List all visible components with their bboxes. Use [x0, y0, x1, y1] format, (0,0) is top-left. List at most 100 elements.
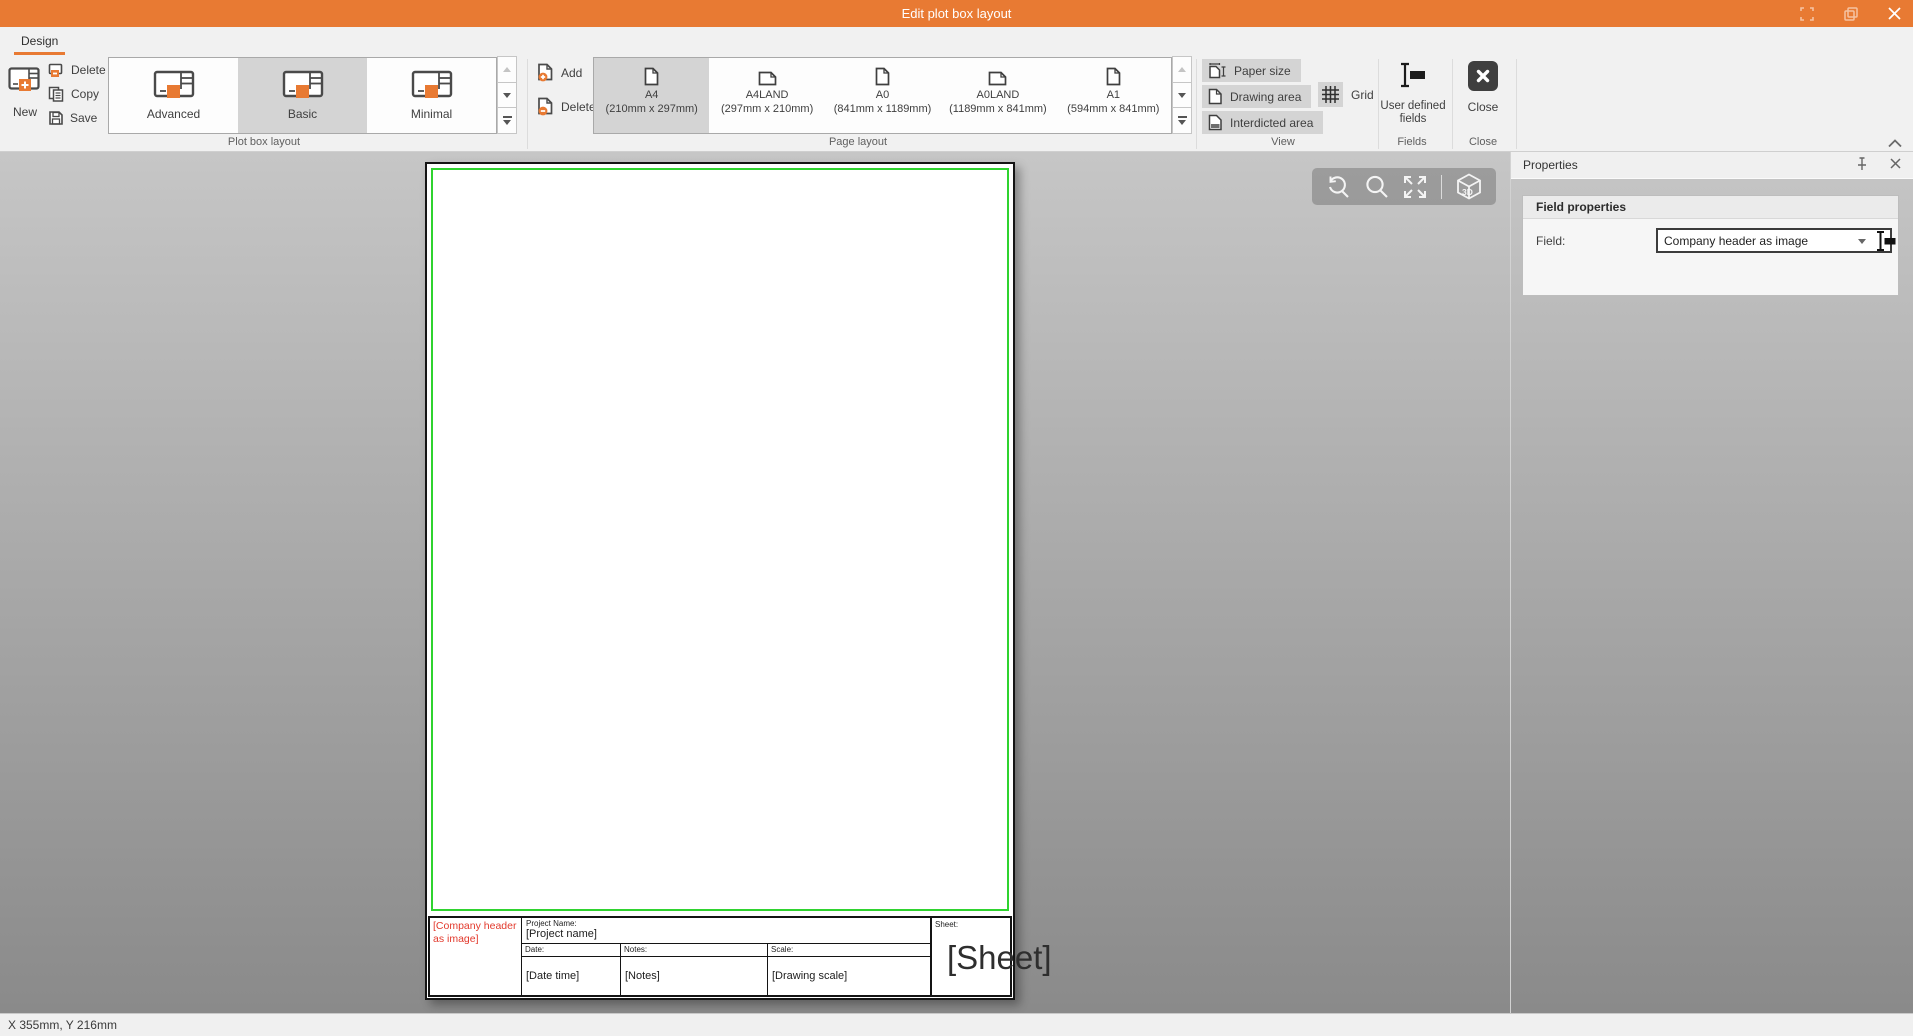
group-label-view: View: [1271, 136, 1295, 148]
close-icon: [1468, 61, 1498, 91]
gallery-scroll-up-button[interactable]: [1172, 56, 1192, 83]
arrow-up-icon: [503, 67, 511, 72]
scale-cell[interactable]: Scale: [Drawing scale]: [768, 944, 930, 995]
delete-page-icon: [537, 97, 555, 116]
copy-plotbox-button[interactable]: Copy: [48, 84, 106, 104]
toggle-drawing-area[interactable]: Drawing area: [1202, 85, 1311, 108]
save-plotbox-button[interactable]: Save: [48, 108, 106, 128]
paper-item-a4land[interactable]: A4LAND (297mm x 210mm): [709, 58, 824, 133]
gallery-scroll-up-button[interactable]: [497, 56, 517, 83]
paper-item-a0[interactable]: A0 (841mm x 1189mm): [825, 58, 940, 133]
toggle-paper-size[interactable]: Paper size: [1202, 59, 1301, 82]
drawing-area-icon: [1208, 88, 1223, 105]
zoom-extents-icon: [1401, 174, 1429, 200]
project-name-value: [Project name]: [526, 928, 926, 940]
cursor-coordinates: X 355mm, Y 216mm: [8, 1018, 117, 1032]
title-block[interactable]: [Company header as image] Project Name: …: [428, 916, 1012, 997]
ribbon-tab-row: Design: [0, 27, 1913, 55]
dropdown-arrow-icon[interactable]: [1858, 239, 1866, 244]
zoom-previous-button[interactable]: [1324, 173, 1351, 200]
gallery-more-button[interactable]: [1172, 107, 1192, 134]
zoom-extents-button[interactable]: [1401, 174, 1429, 200]
toggle-grid[interactable]: Grid: [1318, 82, 1374, 107]
gallery-item-label: Minimal: [411, 107, 452, 121]
notes-cell[interactable]: Notes: [Notes]: [621, 944, 768, 995]
copy-plotbox-icon: [48, 86, 65, 102]
sheet-cell[interactable]: Sheet: [Sheet]: [930, 918, 1010, 995]
paper-name: A0LAND: [977, 88, 1020, 102]
notes-label: Notes:: [621, 944, 767, 957]
edit-plot-box-layout-dialog: Edit plot box layout Design: [0, 0, 1913, 1036]
gallery-scroll-down-button[interactable]: [497, 82, 517, 109]
canvas-zoom-toolbar: 3D: [1312, 168, 1496, 205]
zoom-icon: [1363, 173, 1390, 200]
new-plotbox-icon: [8, 67, 42, 95]
user-defined-fields-label: User defined fields: [1380, 100, 1446, 126]
close-dialog-button[interactable]: Close: [1456, 61, 1510, 114]
date-label: Date:: [522, 944, 620, 957]
restore-icon[interactable]: [1844, 7, 1858, 21]
toggle-interdicted-area[interactable]: Interdicted area: [1202, 111, 1323, 134]
zoom-button[interactable]: [1363, 173, 1390, 200]
date-cell[interactable]: Date: [Date time]: [522, 944, 621, 995]
group-label-fields: Fields: [1397, 136, 1426, 148]
status-bar: X 355mm, Y 216mm: [0, 1013, 1913, 1036]
tab-design[interactable]: Design: [14, 31, 65, 55]
page-portrait-icon: [1106, 67, 1121, 86]
project-name-cell[interactable]: Project Name: [Project name]: [522, 918, 930, 944]
paper-sheet[interactable]: [Company header as image] Project Name: …: [425, 162, 1015, 1000]
company-header-field[interactable]: [Company header as image]: [430, 918, 522, 995]
new-button-label: New: [4, 105, 46, 119]
title-block-middle: Project Name: [Project name] Date: [Date…: [522, 918, 930, 995]
group-separator: [1452, 59, 1453, 149]
notes-value: [Notes]: [621, 957, 767, 995]
gallery-scroll-down-button[interactable]: [1172, 82, 1192, 109]
sheet-label: Sheet:: [935, 920, 1007, 929]
paper-size-gallery: A4 (210mm x 297mm) A4LAND (297mm x 210mm…: [593, 57, 1172, 134]
delete-page-button[interactable]: Delete: [537, 97, 596, 116]
view-3d-button[interactable]: 3D: [1454, 172, 1484, 201]
group-separator: [1378, 59, 1379, 149]
field-properties-card: Field properties Field: Company header a…: [1522, 195, 1899, 296]
save-button-label: Save: [70, 111, 97, 125]
gallery-item-basic[interactable]: Basic: [238, 58, 367, 133]
pin-icon[interactable]: [1856, 157, 1868, 174]
title-bar: Edit plot box layout: [0, 0, 1913, 27]
paper-size: (1189mm x 841mm): [949, 102, 1047, 116]
date-value: [Date time]: [522, 957, 620, 995]
close-icon[interactable]: [1888, 7, 1901, 20]
paper-size: (297mm x 210mm): [721, 102, 813, 116]
window-controls: [1800, 0, 1901, 27]
user-defined-fields-button[interactable]: User defined fields: [1380, 62, 1446, 126]
group-separator: [1516, 59, 1517, 149]
arrow-down-icon: [503, 120, 511, 125]
group-label-plot-box-layout: Plot box layout: [228, 136, 300, 148]
delete-plotbox-button[interactable]: Delete: [48, 60, 106, 80]
close-button-label: Close: [1456, 100, 1510, 114]
layout-thumbnail-icon: [152, 70, 196, 100]
toggle-label: Interdicted area: [1230, 116, 1313, 130]
arrow-down-icon: [1178, 120, 1186, 125]
collapse-ribbon-chevron[interactable]: [1888, 135, 1902, 153]
add-page-button[interactable]: Add: [537, 63, 582, 82]
paper-item-a1[interactable]: A1 (594mm x 841mm): [1056, 58, 1171, 133]
svg-text:3D: 3D: [1462, 187, 1473, 197]
grid-icon: [1318, 82, 1343, 107]
gallery-item-advanced[interactable]: Advanced: [109, 58, 238, 133]
gallery-item-minimal[interactable]: Minimal: [367, 58, 496, 133]
field-combobox[interactable]: Company header as image: [1656, 228, 1892, 253]
group-separator: [527, 59, 528, 149]
close-panel-icon[interactable]: [1890, 158, 1901, 172]
paper-name: A1: [1107, 88, 1120, 102]
paper-item-a4[interactable]: A4 (210mm x 297mm): [594, 58, 709, 133]
save-icon: [48, 110, 64, 126]
delete-plotbox-icon: [48, 63, 65, 78]
canvas-area[interactable]: [Company header as image] Project Name: …: [0, 152, 1913, 1013]
sheet-value: [Sheet]: [947, 939, 1052, 977]
paper-item-a0land[interactable]: A0LAND (1189mm x 841mm): [940, 58, 1055, 133]
new-plotbox-button[interactable]: New: [4, 59, 46, 133]
user-defined-fields-icon: [1397, 62, 1429, 88]
plotbox-small-buttons: Delete Copy Save: [48, 60, 106, 132]
gallery-more-button[interactable]: [497, 107, 517, 134]
fullscreen-icon[interactable]: [1800, 7, 1814, 21]
